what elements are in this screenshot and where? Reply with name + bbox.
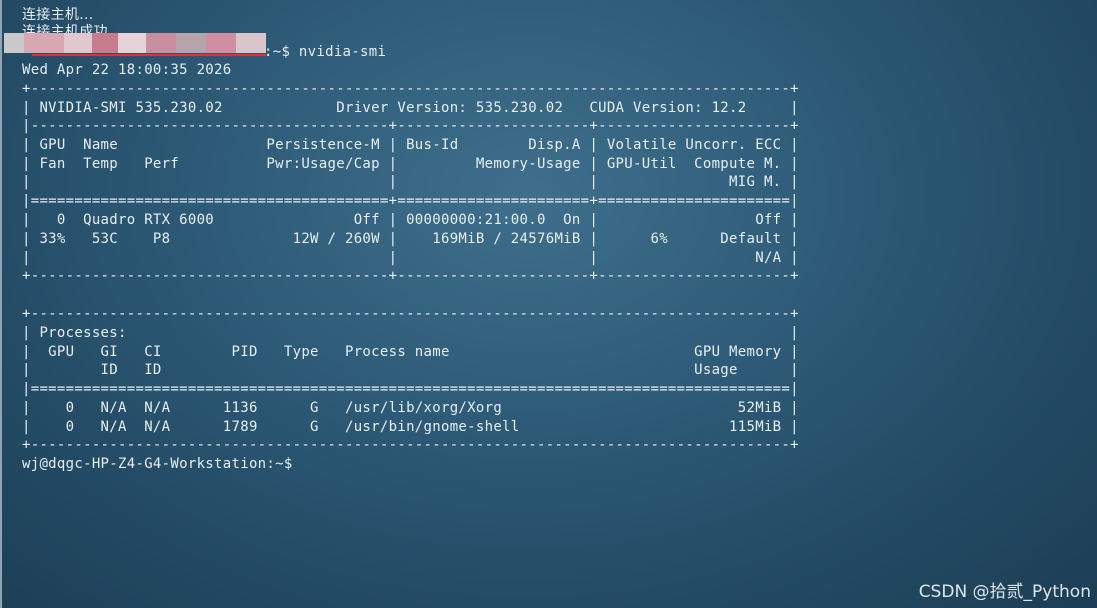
terminal-window[interactable]: 连接主机... 连接主机成功 :~$ nvidia-smi Wed Apr 22… — [0, 0, 1097, 608]
smi-gpu-row-3: | | | N/A | — [22, 250, 799, 266]
terminal-line-final-prompt: wj@dqgc-HP-Z4-G4-Workstation:~$ — [22, 456, 293, 472]
process-row-gnome-shell: | 0 N/A N/A 1789 G /usr/bin/gnome-shell … — [22, 419, 799, 435]
smi-border-divider: |---------------------------------------… — [22, 118, 799, 134]
smi-header-versions: | NVIDIA-SMI 535.230.02 Driver Version: … — [22, 100, 799, 116]
smi-border-top: +---------------------------------------… — [22, 81, 799, 97]
smi-border-double: |=======================================… — [22, 193, 799, 209]
smi-gpu-row-2: | 33% 53C P8 12W / 260W | 169MiB / 24576… — [22, 231, 799, 247]
processes-border-double: |=======================================… — [22, 381, 799, 397]
terminal-line-date: Wed Apr 22 18:00:35 2026 — [22, 62, 232, 78]
processes-header-row-2: | ID ID Usage | — [22, 362, 799, 378]
processes-title: | Processes: | — [22, 325, 799, 341]
process-row-xorg: | 0 N/A N/A 1136 G /usr/lib/xorg/Xorg 52… — [22, 400, 799, 416]
smi-gpu-row-1: | 0 Quadro RTX 6000 Off | 00000000:21:00… — [22, 212, 799, 228]
window-left-edge — [0, 0, 2, 608]
processes-border-bottom: +---------------------------------------… — [22, 437, 799, 453]
smi-columns-row-2: | Fan Temp Perf Pwr:Usage/Cap | Memory-U… — [22, 156, 799, 172]
csdn-watermark: CSDN @拾贰_Python — [918, 582, 1091, 602]
processes-header-row-1: | GPU GI CI PID Type Process name GPU Me… — [22, 344, 799, 360]
smi-columns-row-3: | | | MIG M. | — [22, 174, 799, 190]
terminal-line-prompt-command: :~$ nvidia-smi — [264, 44, 387, 60]
redaction-mosaic — [4, 33, 266, 56]
smi-columns-row-1: | GPU Name Persistence-M | Bus-Id Disp.A… — [22, 137, 799, 153]
processes-border-top: +---------------------------------------… — [22, 306, 799, 322]
smi-border-bottom: +---------------------------------------… — [22, 268, 799, 284]
